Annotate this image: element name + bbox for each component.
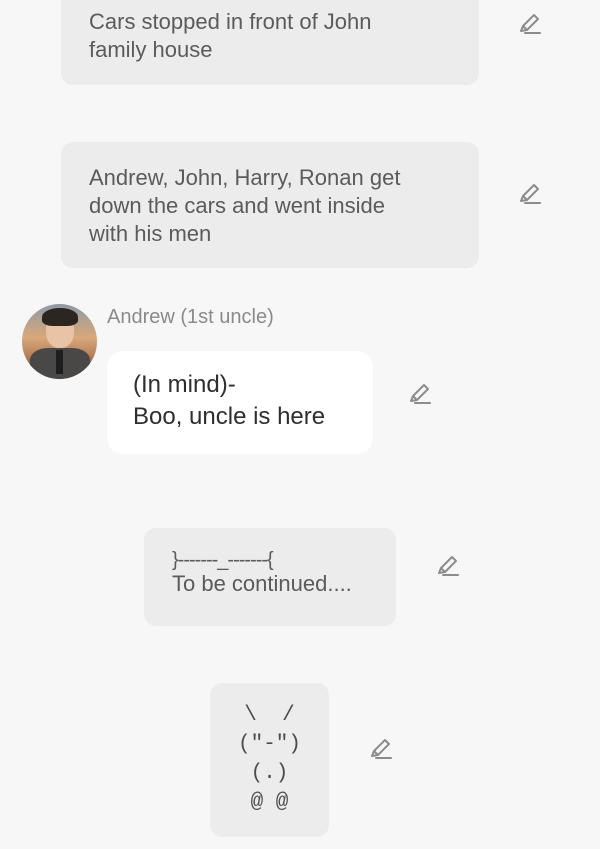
narration-text-line: with his men — [89, 221, 212, 246]
narration-bubble[interactable]: Cars stopped in front of John family hou… — [61, 0, 479, 85]
ascii-art-line: (.) — [250, 762, 289, 785]
narration-bubble[interactable]: Andrew, John, Harry, Ronan get down the … — [61, 142, 479, 268]
dialogue-bubble[interactable]: (In mind)- Boo, uncle is here — [107, 351, 373, 454]
edit-pencil-icon[interactable] — [517, 181, 543, 207]
narration-text-line: To be continued.... — [172, 571, 352, 596]
divider-decoration: }-------_-------{ — [172, 549, 274, 571]
dialogue-line: (In mind)- — [133, 371, 236, 398]
edit-pencil-icon[interactable] — [368, 736, 394, 762]
ascii-art-bubble[interactable]: \ / ("-") (.) @ @ — [210, 683, 329, 837]
edit-pencil-icon[interactable] — [517, 11, 543, 37]
narration-text-line: Andrew, John, Harry, Ronan get — [89, 165, 401, 190]
avatar-hair — [42, 308, 78, 326]
narration-text-line: Cars stopped in front of John — [89, 9, 372, 34]
edit-pencil-icon[interactable] — [407, 381, 433, 407]
narration-bubble[interactable]: }-------_-------{ To be continued.... — [144, 528, 396, 626]
dialogue-line: Boo, uncle is here — [133, 403, 326, 430]
edit-pencil-icon[interactable] — [435, 553, 461, 579]
ascii-art-line: ("-") — [237, 733, 301, 756]
narration-text-line: family house — [89, 37, 213, 62]
character-avatar[interactable] — [22, 304, 97, 379]
speaker-name: Andrew (1st uncle) — [107, 306, 274, 328]
narration-text-line: down the cars and went inside — [89, 193, 385, 218]
ascii-art-line: @ @ — [250, 791, 289, 814]
avatar-tie — [56, 350, 63, 374]
ascii-art-line: \ / — [244, 704, 295, 727]
